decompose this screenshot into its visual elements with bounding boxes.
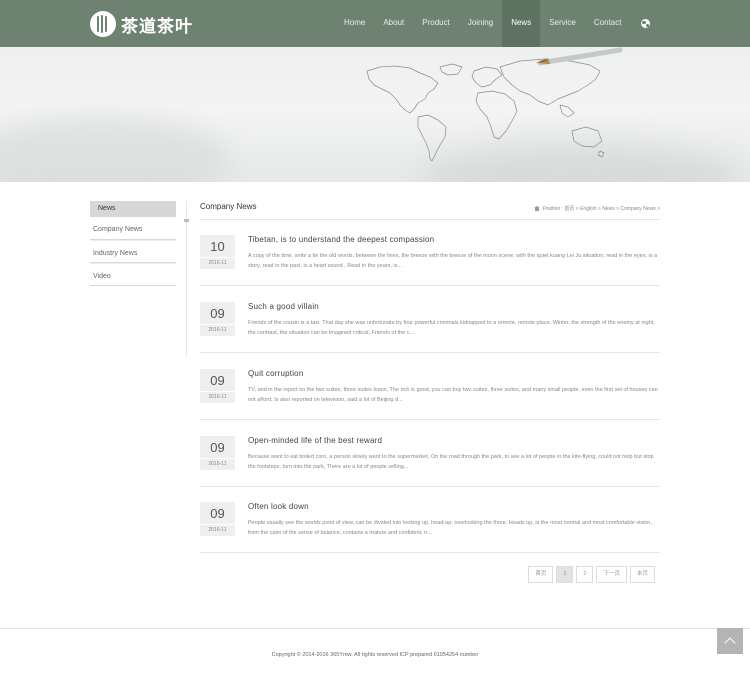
date-year-month: 2016-11: [208, 260, 227, 266]
article-title[interactable]: Open-minded life of the best reward: [248, 436, 382, 445]
date-day: 09: [200, 369, 235, 392]
home-icon: [534, 206, 541, 211]
nav-contact[interactable]: Contact: [585, 0, 631, 47]
date-box: 09 2016-11: [200, 302, 235, 336]
date-box: 10 2016-11: [200, 235, 235, 269]
date-day: 09: [200, 502, 235, 525]
list-item[interactable]: 09 2016-11 Quit corruption TV, and in th…: [200, 354, 660, 420]
sidebar-title: News: [90, 201, 176, 217]
nav-product[interactable]: Product: [413, 0, 459, 47]
nav-home[interactable]: Home: [335, 0, 374, 47]
page-2-button[interactable]: 2: [576, 566, 594, 583]
article-excerpt: People usually see the worlds point of v…: [248, 520, 652, 536]
last-page-button[interactable]: 末页: [629, 566, 655, 583]
logo-text: 茶道茶叶: [121, 16, 193, 37]
tea-leaf-logo-icon: [90, 11, 116, 37]
globe-icon[interactable]: [641, 19, 650, 28]
date-year-month: 2016-11: [208, 461, 227, 467]
first-page-button[interactable]: 首页: [528, 566, 554, 583]
pagination: 首页 1 2 下一页 末页: [528, 566, 655, 583]
site-logo[interactable]: 茶道茶叶: [90, 9, 193, 39]
date-day: 09: [200, 436, 235, 459]
date-year-month: 2016-11: [208, 394, 227, 400]
date-box: 09 2016-11: [200, 436, 235, 470]
sidebar-item-video[interactable]: Video: [90, 263, 176, 286]
top-navigation-bar: 茶道茶叶 Home About Product Joining News Ser…: [0, 0, 750, 47]
world-map-illustration: [366, 47, 623, 162]
nav-news[interactable]: News: [502, 0, 541, 47]
list-item[interactable]: 09 2016-11 Often look down People usuall…: [200, 487, 660, 553]
article-title[interactable]: Often look down: [248, 502, 309, 511]
page-1-button[interactable]: 1: [556, 566, 574, 583]
date-day: 10: [200, 235, 235, 258]
nav-service[interactable]: Service: [540, 0, 585, 47]
list-item[interactable]: 09 2016-11 Such a good villain Friends o…: [200, 287, 660, 353]
date-year-month: 2016-11: [208, 527, 227, 533]
date-day: 09: [200, 302, 235, 325]
list-item[interactable]: 09 2016-11 Open-minded life of the best …: [200, 421, 660, 487]
breadcrumb: Position : 首页 > English > News > Company…: [534, 205, 660, 212]
page-title: Company News: [200, 202, 257, 211]
nav-joining[interactable]: Joining: [459, 0, 502, 47]
article-title[interactable]: Such a good villain: [248, 302, 319, 311]
article-title[interactable]: Quit corruption: [248, 369, 303, 378]
date-box: 09 2016-11: [200, 369, 235, 403]
date-year-month: 2016-11: [208, 327, 227, 333]
sidebar-divider-marker: [184, 219, 189, 222]
next-page-button[interactable]: 下一页: [596, 566, 627, 583]
list-item[interactable]: 10 2016-11 Tibetan, is to understand the…: [200, 220, 660, 286]
sidebar: News Company News Industry News Video: [90, 201, 176, 286]
back-to-top-button[interactable]: [717, 628, 743, 654]
main-nav: Home About Product Joining News Service …: [335, 0, 630, 47]
nav-about[interactable]: About: [374, 0, 413, 47]
footer-divider: [0, 628, 750, 629]
article-excerpt: Because want to eat boiled corn, a perso…: [248, 454, 654, 470]
copyright-text: Copyright © 2014-2016 365Ymw, All rights…: [271, 652, 479, 658]
article-title[interactable]: Tibetan, is to understand the deepest co…: [248, 235, 434, 244]
banner: [0, 47, 750, 182]
date-box: 09 2016-11: [200, 502, 235, 536]
article-excerpt: TV, and in the report on the two suites,…: [248, 387, 658, 403]
article-excerpt: Friends of the cousin is a taxi, That da…: [248, 320, 655, 336]
sidebar-divider: [186, 201, 187, 357]
sidebar-item-industry-news[interactable]: Industry News: [90, 240, 176, 263]
article-excerpt: A copy of the time, write a tie the old …: [248, 253, 658, 269]
breadcrumb-text[interactable]: Position : 首页 > English > News > Company…: [542, 205, 660, 212]
sidebar-item-company-news[interactable]: Company News: [90, 217, 176, 240]
